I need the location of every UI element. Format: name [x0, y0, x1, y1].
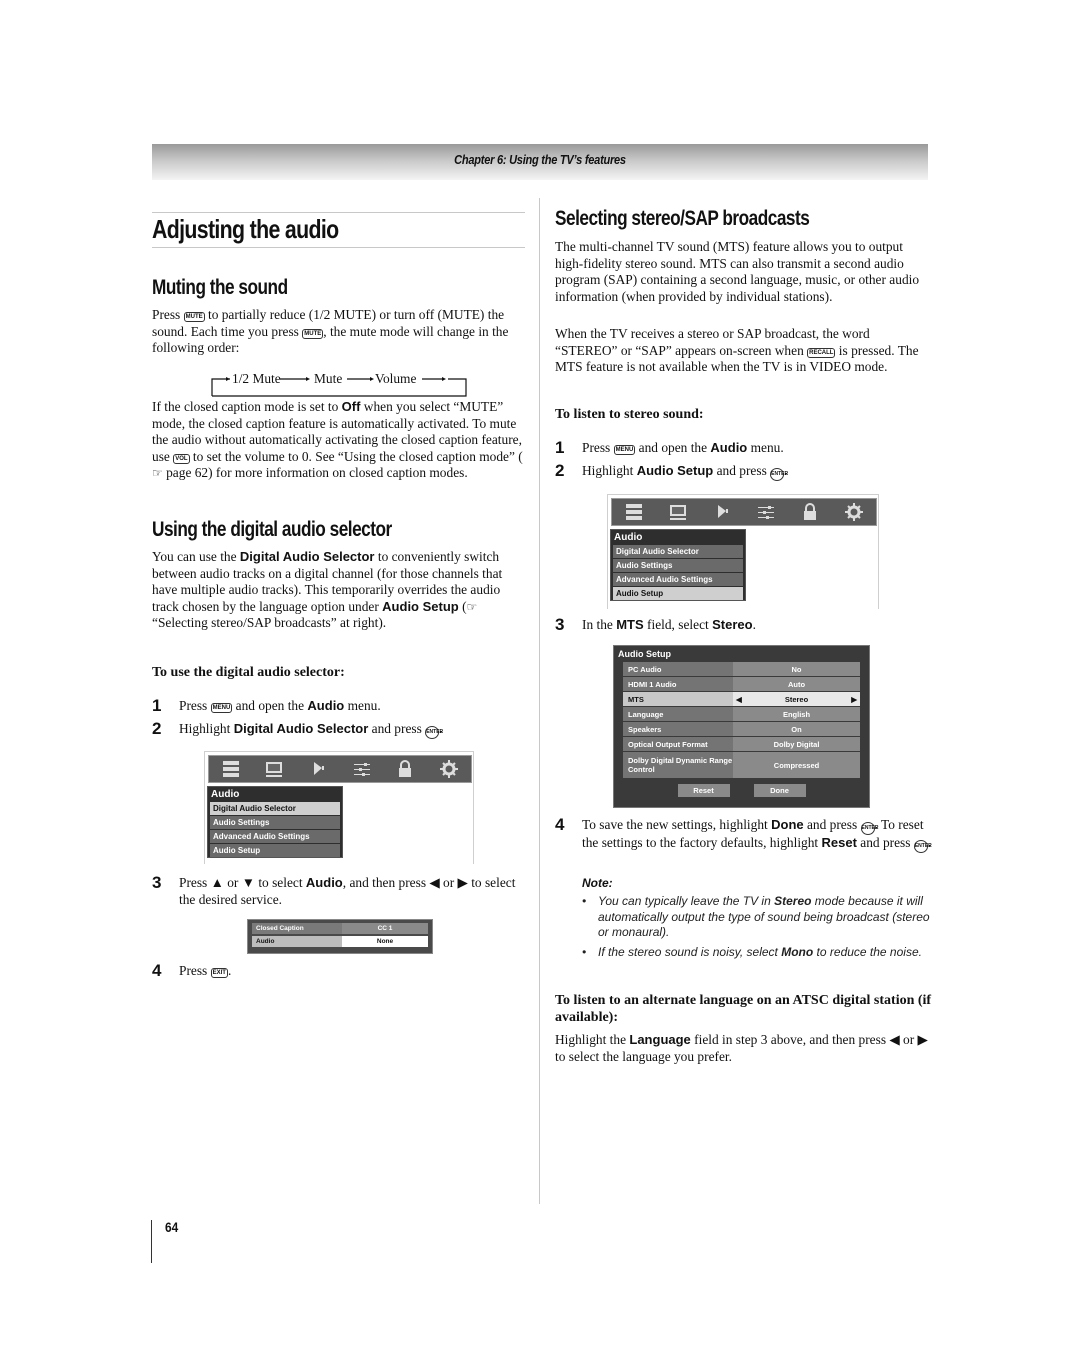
right-arrow-icon[interactable]: ▶	[851, 695, 857, 704]
gear-icon[interactable]	[843, 502, 865, 522]
enter-key-icon: ENTER	[860, 822, 878, 835]
page-number-rule	[151, 1220, 152, 1263]
audio-menu-screenshot: Audio Digital Audio Selector Audio Setti…	[607, 494, 879, 609]
preferences-icon[interactable]	[755, 502, 777, 522]
step-4: 4 Press EXIT.	[152, 961, 232, 980]
audio-menu-header: Audio	[614, 532, 643, 543]
audio-menu-panel: Audio Digital Audio Selector Audio Setti…	[610, 529, 746, 601]
menu-item-advanced-audio-settings[interactable]: Advanced Audio Settings	[613, 573, 743, 586]
chapter-title: Chapter 6: Using the TV’s features	[454, 152, 626, 167]
menu-key-icon: MENU	[210, 703, 233, 713]
menu-item-advanced-audio-settings[interactable]: Advanced Audio Settings	[210, 830, 340, 843]
setup-icon[interactable]	[220, 759, 242, 779]
step-1: 1 Press MENU and open the Audio menu.	[152, 696, 381, 715]
cc-row-closed-caption[interactable]: Closed Caption CC 1	[252, 923, 428, 934]
vol-key-icon: VOL	[173, 453, 190, 464]
menu-item-digital-audio-selector[interactable]: Digital Audio Selector	[613, 545, 743, 558]
subheading-alternate-language: To listen to an alternate language on an…	[555, 993, 932, 1025]
mute-key-icon: MUTE	[302, 328, 324, 339]
right-step-1: 1 Press MENU and open the Audio menu.	[555, 438, 784, 457]
done-button[interactable]: Done	[753, 784, 806, 797]
note-item: • You can typically leave the TV in Ster…	[582, 894, 930, 939]
subheading-digital-steps: To use the digital audio selector:	[152, 665, 345, 680]
right-step-4: 4 To save the new settings, highlight Do…	[555, 815, 932, 853]
audio-menu-screenshot: Audio Digital Audio Selector Audio Setti…	[204, 751, 474, 864]
picture-icon[interactable]	[667, 502, 689, 522]
section-heading-stereo-sap: Selecting stereo/SAP broadcasts	[555, 207, 810, 230]
menu-item-audio-settings[interactable]: Audio Settings	[210, 816, 340, 829]
step-2: 2 Highlight Digital Audio Selector and p…	[152, 719, 444, 739]
menu-item-audio-setup[interactable]: Audio Setup	[613, 587, 743, 600]
mute-key-icon: MUTE	[183, 312, 205, 322]
reference-icon: ☞	[466, 599, 478, 614]
reference-icon: ☞	[152, 466, 163, 481]
enter-key-icon: ENTER	[913, 840, 932, 853]
mute-cycle-diagram: 1/2 Mute Mute Volume	[210, 370, 470, 398]
reset-button[interactable]: Reset	[677, 784, 730, 797]
setup-row-pc-audio[interactable]: PC Audio No	[623, 662, 860, 676]
preferences-icon[interactable]	[351, 759, 373, 779]
menu-icon-bar	[611, 498, 877, 526]
page-title: Adjusting the audio	[152, 214, 339, 244]
setup-row-dolby-drc[interactable]: Dolby Digital Dynamic Range Control Compr…	[623, 752, 860, 778]
closed-caption-paragraph: If the closed caption mode is set to Off…	[152, 399, 523, 481]
menu-item-digital-audio-selector[interactable]: Digital Audio Selector	[210, 802, 340, 815]
muting-paragraph: Press MUTE to partially reduce (1/2 MUTE…	[152, 307, 509, 356]
audio-setup-header: Audio Setup	[618, 649, 671, 659]
exit-key-icon: EXIT	[210, 968, 228, 978]
setup-row-speakers[interactable]: Speakers On	[623, 722, 860, 736]
subheading-stereo-steps: To listen to stereo sound:	[555, 407, 704, 422]
digital-paragraph: You can use the Digital Audio Selector t…	[152, 549, 503, 631]
audio-menu-header: Audio	[211, 789, 240, 800]
lock-icon[interactable]	[799, 502, 821, 522]
chapter-header-band: Chapter 6: Using the TV’s features	[152, 144, 928, 180]
setup-row-mts[interactable]: MTS ◀ Stereo ▶	[623, 692, 860, 706]
step-3: 3 Press ▲ or ▼ to select Audio, and then…	[152, 873, 516, 907]
audio-setup-screen: Audio Setup PC Audio No HDMI 1 Audio Auto …	[613, 645, 870, 808]
closed-caption-audio-box: Closed Caption CC 1 Audio None	[247, 919, 433, 954]
stereo-sap-paragraph: When the TV receives a stereo or SAP bro…	[555, 326, 919, 375]
audio-icon[interactable]	[711, 502, 733, 522]
note-item: • If the stereo sound is noisy, select M…	[582, 945, 922, 959]
setup-row-language[interactable]: Language English	[623, 707, 860, 721]
alternate-language-paragraph: Highlight the Language field in step 3 a…	[555, 1032, 928, 1064]
section-heading-muting: Muting the sound	[152, 276, 288, 299]
menu-icon-bar	[208, 755, 472, 783]
gear-icon[interactable]	[438, 759, 460, 779]
audio-menu-panel: Audio Digital Audio Selector Audio Setti…	[207, 786, 343, 858]
right-step-2: 2 Highlight Audio Setup and press ENTER.	[555, 461, 789, 481]
picture-icon[interactable]	[263, 759, 285, 779]
mts-paragraph: The multi-channel TV sound (MTS) feature…	[555, 239, 920, 304]
menu-item-audio-setup[interactable]: Audio Setup	[210, 844, 340, 857]
setup-row-hdmi1-audio[interactable]: HDMI 1 Audio Auto	[623, 677, 860, 691]
enter-key-icon: ENTER	[425, 726, 443, 739]
cc-row-audio[interactable]: Audio None	[252, 936, 428, 947]
lock-icon[interactable]	[394, 759, 416, 779]
title-rule-bottom	[152, 247, 525, 248]
page-number: 64	[165, 1219, 179, 1235]
cycle-step: 1/2 Mute	[232, 371, 281, 386]
left-arrow-icon[interactable]: ◀	[736, 695, 742, 704]
column-divider	[539, 198, 540, 1204]
recall-key-icon: RECALL	[807, 347, 836, 358]
note-title: Note:	[582, 876, 613, 890]
right-step-3: 3 In the MTS field, select Stereo.	[555, 615, 756, 634]
section-heading-digital: Using the digital audio selector	[152, 518, 392, 541]
setup-icon[interactable]	[623, 502, 645, 522]
title-rule-top	[152, 212, 525, 213]
enter-key-icon: ENTER	[770, 468, 788, 481]
audio-icon[interactable]	[307, 759, 329, 779]
cycle-step: Volume	[375, 371, 417, 386]
setup-row-optical-output-format[interactable]: Optical Output Format Dolby Digital	[623, 737, 860, 751]
menu-item-audio-settings[interactable]: Audio Settings	[613, 559, 743, 572]
cycle-step: Mute	[314, 371, 343, 386]
menu-key-icon: MENU	[613, 445, 636, 455]
